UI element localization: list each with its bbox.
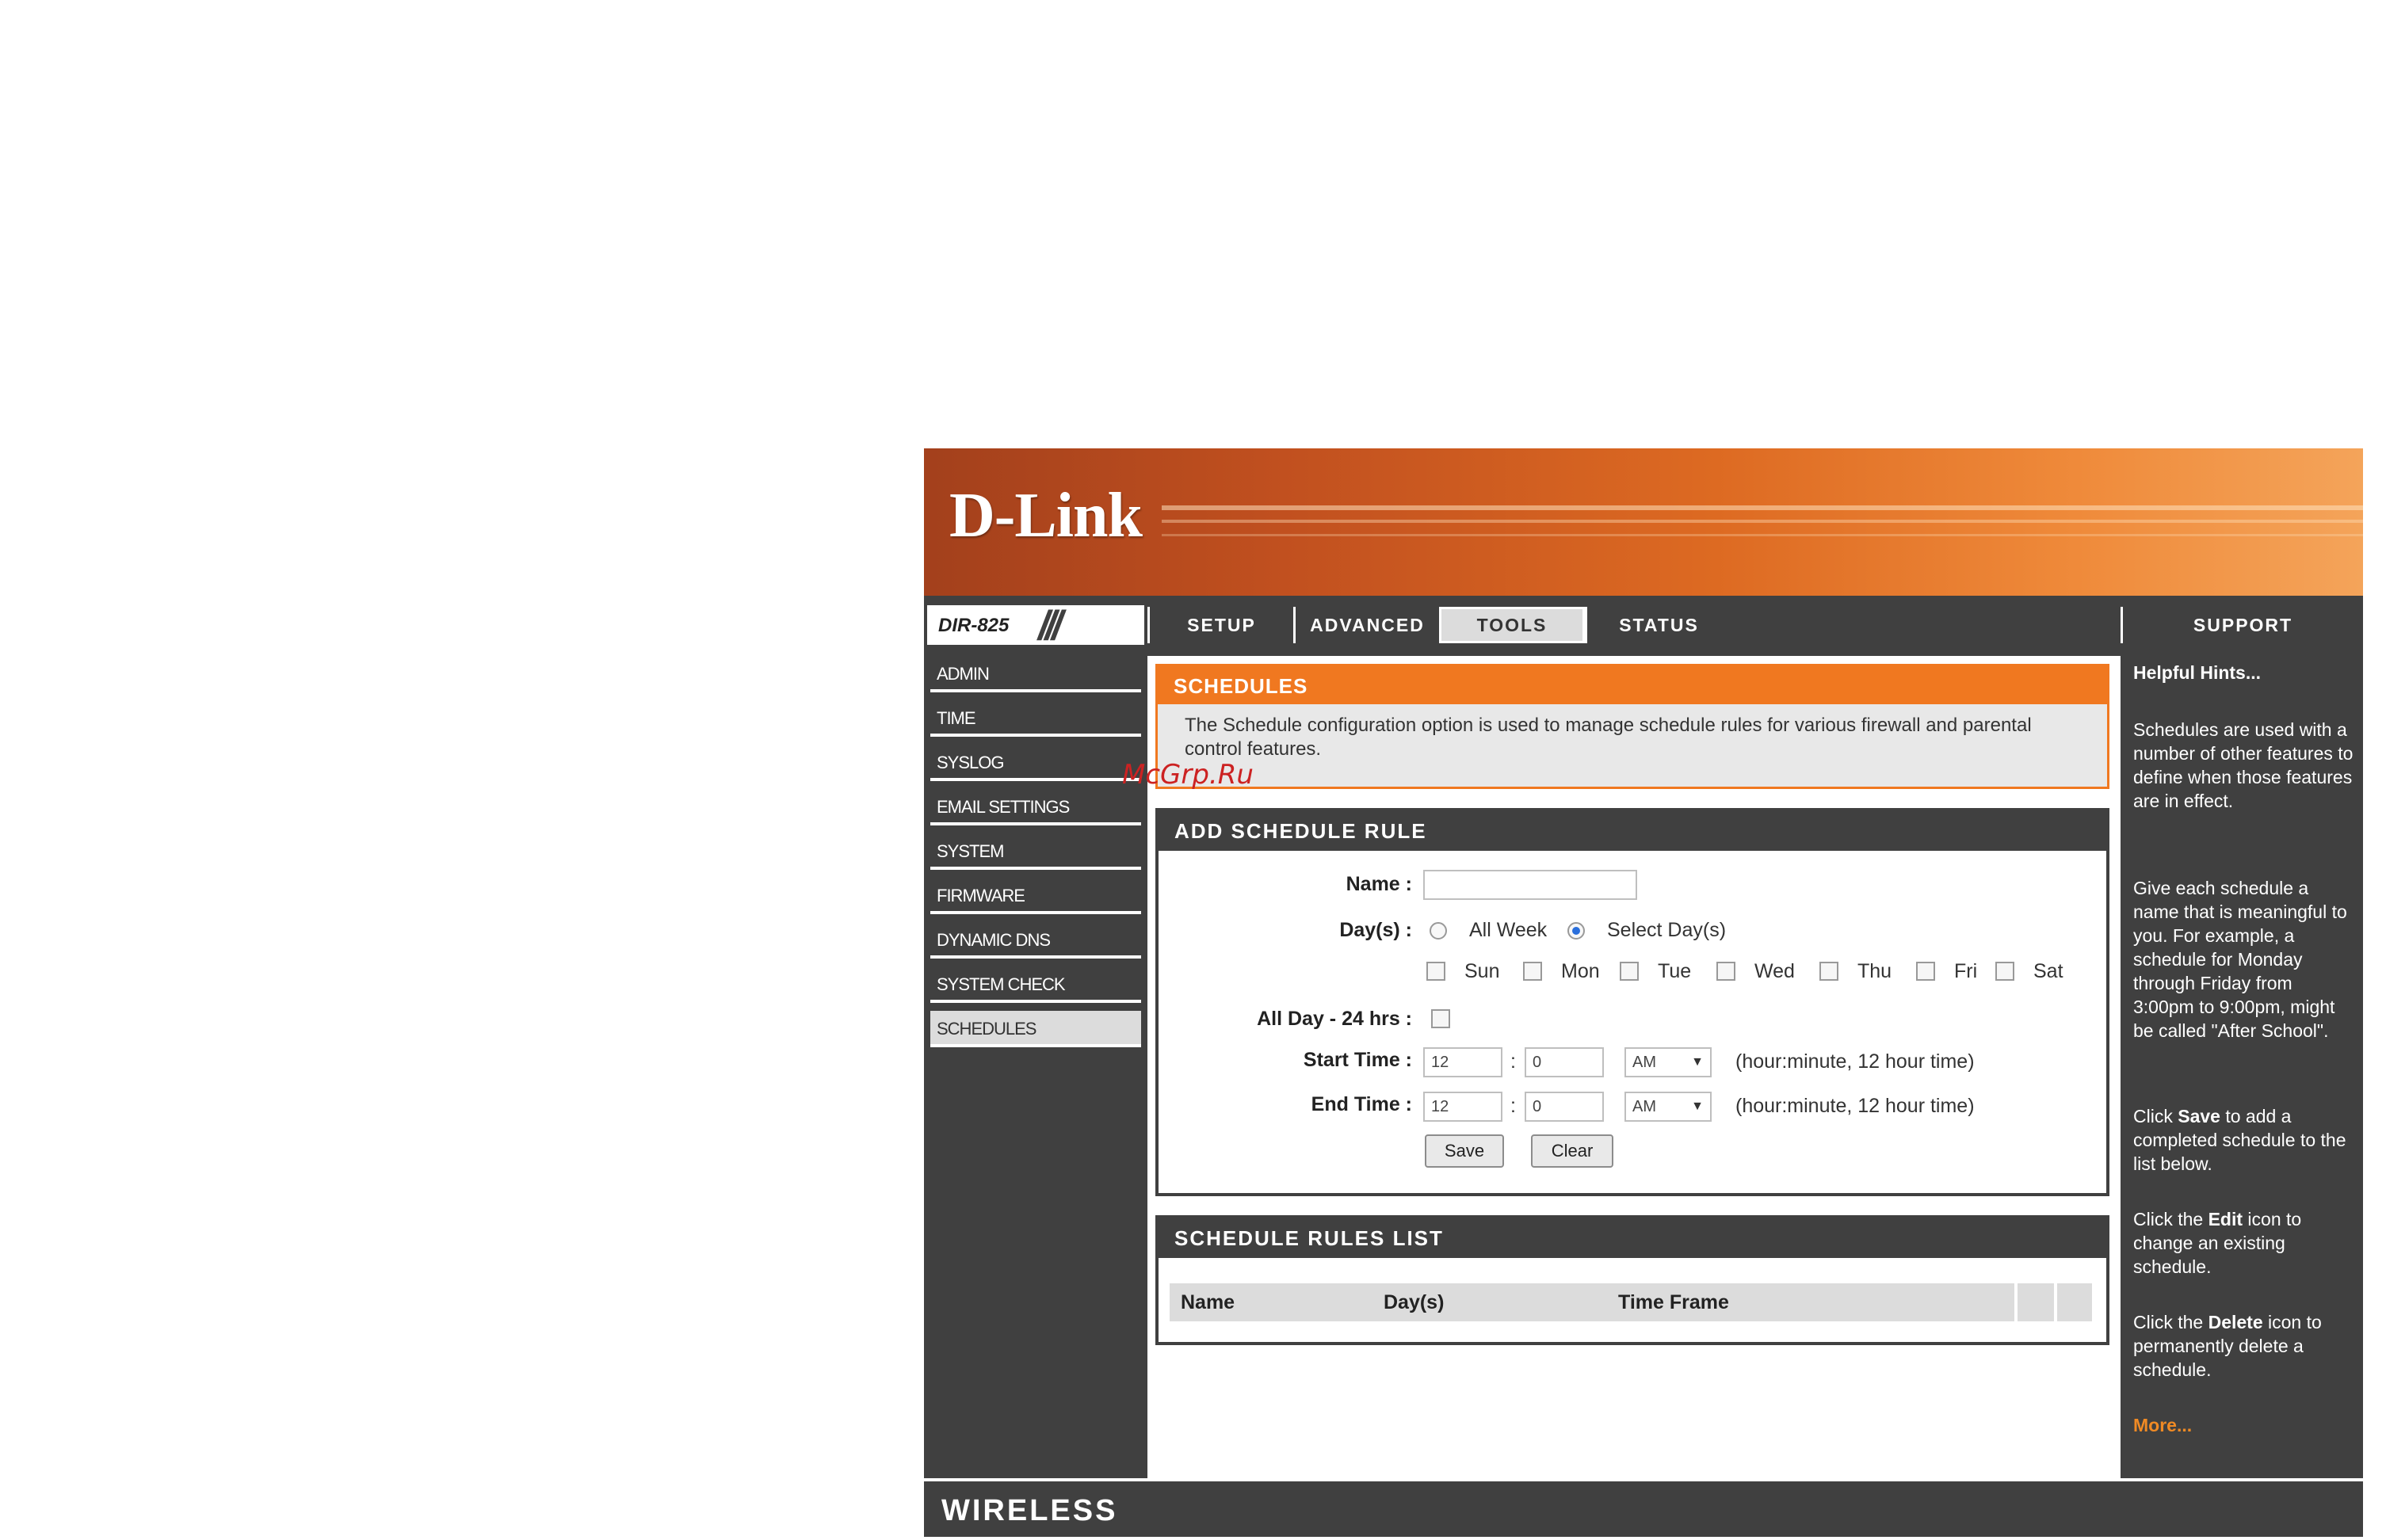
hint-paragraph: Click the Delete icon to permanently del… <box>2133 1312 2322 1380</box>
sidebar-item-syslog[interactable]: SYSLOG <box>930 745 1141 781</box>
sidebar-item-admin[interactable]: ADMIN <box>930 656 1141 692</box>
select-days-label: Select Day(s) <box>1607 919 1727 941</box>
day-label-wed: Wed <box>1754 960 1795 982</box>
slash-decoration: /// <box>1033 603 1144 649</box>
hint-paragraph: Give each schedule a name that is meanin… <box>2133 878 2347 1041</box>
top-nav: DIR-825 /// SETUP ADVANCED TOOLS STATUS … <box>924 602 2363 649</box>
more-link[interactable]: More... <box>2133 1413 2357 1437</box>
start-minute-input[interactable]: 0 <box>1525 1047 1604 1077</box>
end-minute-input[interactable]: 0 <box>1525 1092 1604 1122</box>
all-week-radio[interactable] <box>1430 922 1447 940</box>
schedule-rules-list-panel: SCHEDULE RULES LIST Name Day(s) Time Fra… <box>1155 1215 2109 1345</box>
all-day-checkbox[interactable] <box>1431 1009 1450 1028</box>
start-ampm-value: AM <box>1632 1054 1656 1071</box>
footer-bar: WIRELESS <box>924 1478 2363 1537</box>
start-time-label: Start Time : <box>1303 1049 1412 1071</box>
day-checkbox-sun[interactable] <box>1426 962 1445 981</box>
days-label: Day(s) : <box>1339 919 1412 941</box>
schedules-header: SCHEDULES <box>1158 666 2107 704</box>
tab-support[interactable]: SUPPORT <box>2121 607 2363 643</box>
schedules-description: The Schedule configuration option is use… <box>1185 715 2032 760</box>
day-label-sat: Sat <box>2033 960 2063 982</box>
day-label-thu: Thu <box>1857 960 1892 982</box>
sidebar-item-system[interactable]: SYSTEM <box>930 833 1141 870</box>
hint-bold: Delete <box>2208 1312 2263 1332</box>
hint-paragraph: Click Save to add a completed schedule t… <box>2133 1106 2346 1174</box>
main-content: SCHEDULES The Schedule configuration opt… <box>1122 656 2121 1480</box>
day-label-mon: Mon <box>1561 960 1600 982</box>
router-admin-frame: D-Link DIR-825 /// SETUP ADVANCED TOOLS … <box>924 448 2363 1537</box>
brand-banner: D-Link <box>924 448 2363 596</box>
end-time-label: End Time : <box>1311 1093 1412 1115</box>
day-label-sun: Sun <box>1464 960 1500 982</box>
schedules-title: SCHEDULES <box>1174 674 1308 698</box>
schedule-rules-list-title: SCHEDULE RULES LIST <box>1174 1226 1444 1250</box>
end-hour-input[interactable]: 12 <box>1423 1092 1502 1122</box>
add-schedule-rule-panel: ADD SCHEDULE RULE Name : Day(s) : All We… <box>1155 808 2109 1196</box>
helpful-hints-panel: Helpful Hints... Schedules are used with… <box>2121 656 2363 1480</box>
tab-advanced[interactable]: ADVANCED <box>1293 607 1439 643</box>
day-checkbox-fri[interactable] <box>1916 962 1935 981</box>
model-text: DIR-825 <box>938 615 1010 636</box>
day-label-fri: Fri <box>1954 960 1978 982</box>
hint-bold: Save <box>2178 1106 2220 1126</box>
column-divider <box>2014 1283 2018 1321</box>
name-label: Name : <box>1346 873 1412 895</box>
day-checkbox-wed[interactable] <box>1716 962 1735 981</box>
add-schedule-rule-title: ADD SCHEDULE RULE <box>1174 819 1427 843</box>
save-button[interactable]: Save <box>1425 1134 1504 1168</box>
column-name: Name <box>1181 1291 1235 1313</box>
sidebar-item-schedules[interactable]: SCHEDULES <box>930 1011 1141 1047</box>
watermark: McGrp.Ru <box>1122 759 1254 791</box>
tab-setup[interactable]: SETUP <box>1147 607 1293 643</box>
banner-streak <box>1162 520 2363 523</box>
sidebar-item-email-settings[interactable]: EMAIL SETTINGS <box>930 789 1141 825</box>
start-time-hint: (hour:minute, 12 hour time) <box>1735 1050 1975 1073</box>
hint-bold: Edit <box>2208 1209 2243 1229</box>
start-hour-input[interactable]: 12 <box>1423 1047 1502 1077</box>
column-time-frame: Time Frame <box>1618 1291 1729 1313</box>
schedule-rules-list-header: SCHEDULE RULES LIST <box>1159 1218 2106 1258</box>
end-time-hint: (hour:minute, 12 hour time) <box>1735 1095 1975 1117</box>
end-ampm-value: AM <box>1632 1098 1656 1115</box>
all-day-label: All Day - 24 hrs : <box>1257 1008 1412 1030</box>
sidebar-item-system-check[interactable]: SYSTEM CHECK <box>930 966 1141 1003</box>
rules-table-header: Name Day(s) Time Frame <box>1170 1283 2092 1321</box>
clear-button[interactable]: Clear <box>1531 1134 1613 1168</box>
end-time-colon: : <box>1510 1095 1516 1117</box>
select-days-radio[interactable] <box>1567 922 1585 940</box>
start-ampm-select[interactable]: AM ▼ <box>1624 1047 1712 1077</box>
all-week-label: All Week <box>1469 919 1548 941</box>
model-label: DIR-825 <box>927 605 1033 645</box>
day-checkbox-tue[interactable] <box>1620 962 1639 981</box>
tab-status[interactable]: STATUS <box>1585 607 1731 643</box>
sidebar-item-dynamic-dns[interactable]: DYNAMIC DNS <box>930 922 1141 959</box>
end-ampm-select[interactable]: AM ▼ <box>1624 1092 1712 1122</box>
sidebar: ADMIN TIME SYSLOG EMAIL SETTINGS SYSTEM … <box>924 656 1147 1480</box>
schedules-intro-panel: SCHEDULES The Schedule configuration opt… <box>1155 664 2109 789</box>
banner-streak <box>1162 505 2363 510</box>
name-input[interactable] <box>1423 870 1637 900</box>
sidebar-item-firmware[interactable]: FIRMWARE <box>930 878 1141 914</box>
sidebar-item-time[interactable]: TIME <box>930 700 1141 737</box>
start-time-colon: : <box>1510 1050 1516 1073</box>
banner-streak <box>1162 534 2363 536</box>
hints-title: Helpful Hints... <box>2133 662 2261 683</box>
day-checkbox-thu[interactable] <box>1819 962 1838 981</box>
column-days: Day(s) <box>1384 1291 1445 1313</box>
day-checkbox-mon[interactable] <box>1523 962 1542 981</box>
hint-paragraph: Click the Edit icon to change an existin… <box>2133 1209 2302 1277</box>
day-checkbox-sat[interactable] <box>1995 962 2014 981</box>
chevron-down-icon: ▼ <box>1691 1100 1704 1113</box>
column-divider <box>2054 1283 2057 1321</box>
hint-paragraph: Schedules are used with a number of othe… <box>2133 719 2354 811</box>
tab-tools[interactable]: TOOLS <box>1439 607 1585 643</box>
footer-wireless-label: WIRELESS <box>941 1494 1118 1527</box>
day-label-tue: Tue <box>1658 960 1692 982</box>
dlink-logo: D-Link <box>949 481 1143 551</box>
chevron-down-icon: ▼ <box>1691 1055 1704 1069</box>
add-schedule-rule-header: ADD SCHEDULE RULE <box>1159 811 2106 851</box>
